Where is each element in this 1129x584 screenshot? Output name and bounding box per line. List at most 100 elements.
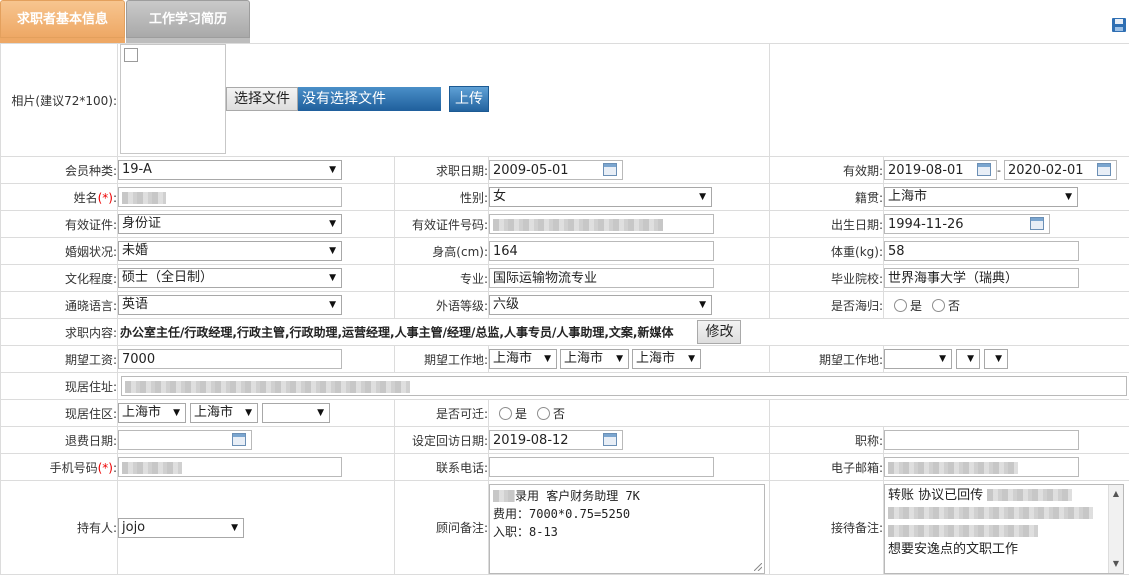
id-type-value: 身份证 <box>122 216 162 231</box>
current-address-input[interactable] <box>121 376 1127 396</box>
native-place-value: 上海市 <box>888 189 928 204</box>
education-label: 文化程度: <box>0 264 118 292</box>
calendar-icon[interactable] <box>1030 216 1044 230</box>
expected-location-province[interactable]: 上海市 ▼ <box>489 349 557 369</box>
chevron-down-icon: ▼ <box>688 354 695 364</box>
reception-note-scrollbar[interactable]: ▲ ▼ <box>1108 484 1123 573</box>
name-input[interactable] <box>118 187 342 207</box>
consultant-note-line-2: 费用：7000*0.75=5250 <box>493 506 631 521</box>
returnee-no-radio[interactable] <box>932 298 946 312</box>
id-type-label: 有效证件: <box>0 210 118 238</box>
relocate-no-radio[interactable] <box>537 406 551 420</box>
reception-note-line-2 <box>888 505 1120 523</box>
scroll-up-icon[interactable]: ▲ <box>1109 485 1123 503</box>
consultant-note-textarea[interactable]: 录用 客户财务助理 7K 费用：7000*0.75=5250 入职：8-13 <box>489 483 765 574</box>
expected-location-province-value: 上海市 <box>493 351 533 366</box>
calendar-icon[interactable] <box>232 432 246 446</box>
expected-location-city[interactable]: 上海市 ▼ <box>560 349 629 369</box>
photo-label: 相片(建议72*100): <box>0 43 118 157</box>
gender-select[interactable]: 女 ▼ <box>489 187 712 207</box>
owner-label: 持有人: <box>0 480 118 575</box>
redacted-name <box>122 191 166 204</box>
expected-location2-province[interactable]: ▼ <box>884 349 952 369</box>
name-label: 姓名(*): <box>0 183 118 211</box>
reception-note-line-3 <box>888 523 1120 541</box>
language-level-select[interactable]: 六级 ▼ <box>489 295 712 315</box>
current-district-province[interactable]: 上海市 ▼ <box>118 403 186 423</box>
phone-label: 联系电话: <box>394 453 489 481</box>
reception-note-label: 接待备注: <box>769 480 884 575</box>
weight-label: 体重(kg): <box>769 237 884 265</box>
language-select[interactable]: 英语 ▼ <box>118 295 342 315</box>
member-type-select[interactable]: 19-A ▼ <box>118 160 342 180</box>
major-input[interactable]: 国际运输物流专业 <box>489 268 714 288</box>
redacted-email <box>888 461 1018 474</box>
calendar-icon[interactable] <box>603 432 617 446</box>
expected-salary-input[interactable]: 7000 <box>118 349 342 369</box>
expected-salary-label: 期望工资: <box>0 345 118 373</box>
scroll-down-icon[interactable]: ▼ <box>1109 555 1123 573</box>
calendar-icon[interactable] <box>1096 162 1111 176</box>
language-value: 英语 <box>122 297 149 312</box>
mobile-input[interactable] <box>118 457 342 477</box>
redacted-address <box>125 380 410 393</box>
redacted-note <box>888 525 1038 537</box>
expected-location-district[interactable]: 上海市 ▼ <box>632 349 701 369</box>
height-input[interactable]: 164 <box>489 241 714 261</box>
returnee-yes-label: 是 <box>910 298 923 313</box>
calendar-icon[interactable] <box>603 162 617 176</box>
weight-input[interactable]: 58 <box>884 241 1079 261</box>
returnee-yes-radio[interactable] <box>894 298 907 312</box>
resize-handle-icon[interactable] <box>754 562 762 571</box>
chevron-down-icon: ▼ <box>329 165 336 175</box>
applicant-form: 相片(建议72*100): 选择文件 没有选择文件 上传 会员种类: 19-A ▼… <box>0 43 1129 575</box>
calendar-icon[interactable] <box>977 162 991 176</box>
school-input[interactable]: 世界海事大学（瑞典） <box>884 268 1079 288</box>
reception-note-line-1: 转账 协议已回传 <box>888 487 1120 505</box>
upload-button[interactable]: 上传 <box>449 86 489 112</box>
chevron-down-icon: ▼ <box>616 354 623 364</box>
revisit-date-label: 设定回访日期: <box>394 426 489 454</box>
current-district-area[interactable]: ▼ <box>262 403 330 423</box>
chevron-down-icon: ▼ <box>1065 192 1072 202</box>
gender-value: 女 <box>493 189 507 204</box>
marital-select[interactable]: 未婚 ▼ <box>118 241 342 261</box>
returnee-label: 是否海归: <box>769 291 884 319</box>
chevron-down-icon: ▼ <box>544 354 551 364</box>
id-type-select[interactable]: 身份证 ▼ <box>118 214 342 234</box>
expected-location2-city[interactable]: ▼ <box>956 349 980 369</box>
email-input[interactable] <box>884 457 1079 477</box>
school-label: 毕业院校: <box>769 264 884 292</box>
phone-input[interactable] <box>489 457 714 477</box>
photo-row-spacer <box>769 43 1129 157</box>
consultant-note-line-3: 入职：8-13 <box>493 524 558 539</box>
returnee-no-label: 否 <box>948 298 961 313</box>
modify-button[interactable]: 修改 <box>697 320 742 344</box>
member-type-label: 会员种类: <box>0 156 118 184</box>
required-mark: (*) <box>97 460 113 475</box>
apply-date-label: 求职日期: <box>394 156 489 184</box>
reception-note-textarea[interactable]: 转账 协议已回传 想要安逸点的文职工作 ▲ ▼ <box>884 483 1124 574</box>
id-number-input[interactable] <box>489 214 714 234</box>
choose-file-button[interactable]: 选择文件 <box>226 87 298 111</box>
chevron-down-icon: ▼ <box>699 192 706 202</box>
native-place-select[interactable]: 上海市 ▼ <box>884 187 1078 207</box>
current-district-label: 现居住区: <box>0 399 118 427</box>
relocate-yes-label: 是 <box>515 406 528 421</box>
expected-location2-district[interactable]: ▼ <box>984 349 1008 369</box>
education-select[interactable]: 硕士（全日制） ▼ <box>118 268 342 288</box>
title-input[interactable] <box>884 430 1079 450</box>
relocate-yes-radio[interactable] <box>499 406 512 420</box>
relocate-label: 是否可迁: <box>394 399 489 427</box>
birth-date-input[interactable]: 1994-11-26 <box>884 214 1050 234</box>
chevron-down-icon: ▼ <box>967 354 974 364</box>
tab-work-history[interactable]: 工作学习简历 <box>126 0 250 38</box>
mobile-label-text: 手机号码 <box>49 460 98 475</box>
marital-value: 未婚 <box>122 243 149 258</box>
expected-location-city-value: 上海市 <box>564 351 604 366</box>
current-district-city[interactable]: 上海市 ▼ <box>190 403 258 423</box>
owner-select[interactable]: jojo ▼ <box>118 517 244 538</box>
tab-basic-info[interactable]: 求职者基本信息 <box>0 0 125 38</box>
floppy-disk-icon[interactable] <box>1111 17 1127 33</box>
redacted-id-number <box>493 218 663 231</box>
